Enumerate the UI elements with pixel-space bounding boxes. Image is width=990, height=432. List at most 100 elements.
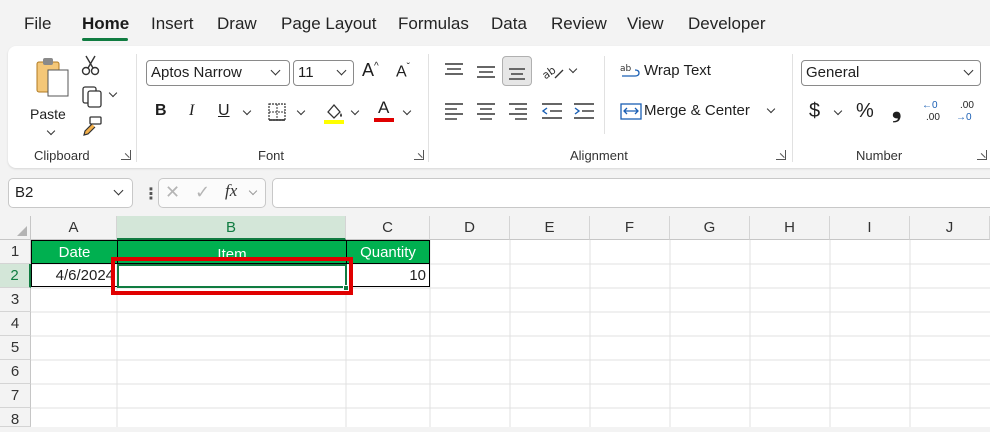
paste-label: Paste <box>30 106 66 122</box>
bold-button[interactable]: B <box>155 102 167 120</box>
menu-insert[interactable]: Insert <box>151 14 194 34</box>
column-header-g[interactable]: G <box>670 216 750 240</box>
align-middle-icon[interactable] <box>476 62 496 80</box>
orientation-icon[interactable]: ab <box>541 60 565 82</box>
row-header-2[interactable]: 2 <box>0 264 31 288</box>
menu-view[interactable]: View <box>627 14 664 34</box>
font-size-select[interactable]: 11 <box>293 60 354 86</box>
font-color-letter: A <box>378 98 390 117</box>
row-header-6[interactable]: 6 <box>0 360 31 384</box>
insert-function-icon[interactable]: fx <box>225 181 237 201</box>
wrap-text-label: Wrap Text <box>644 62 711 79</box>
chevron-down-icon[interactable] <box>108 88 118 98</box>
paste-icon <box>36 58 69 97</box>
menu-home[interactable]: Home <box>82 14 129 34</box>
cancel-icon[interactable]: ✕ <box>165 182 180 203</box>
separator <box>604 56 605 134</box>
menu-file[interactable]: File <box>24 14 51 34</box>
fill-color-icon[interactable] <box>322 100 346 124</box>
separator <box>428 54 429 162</box>
row-header-4[interactable]: 4 <box>0 312 31 336</box>
menu-review[interactable]: Review <box>551 14 607 34</box>
column-header-f[interactable]: F <box>590 216 670 240</box>
column-header-h[interactable]: H <box>750 216 830 240</box>
row-header-8[interactable]: 8 <box>0 408 31 428</box>
menu-draw[interactable]: Draw <box>217 14 257 34</box>
font-color-swatch <box>374 118 394 122</box>
grow-font-button[interactable]: A^ <box>362 60 379 81</box>
column-header-j[interactable]: J <box>910 216 990 240</box>
font-family-value: Aptos Narrow <box>151 64 242 81</box>
cell-c2[interactable]: 10 <box>346 263 430 287</box>
number-format-select[interactable]: General <box>801 60 981 86</box>
increase-indent-icon[interactable] <box>573 102 595 120</box>
row-header-3[interactable]: 3 <box>0 288 31 312</box>
clipboard-group-label: Clipboard <box>34 148 90 163</box>
clipboard-launcher-icon[interactable] <box>121 150 131 160</box>
chevron-down-icon[interactable] <box>402 106 412 116</box>
currency-button[interactable]: $ <box>809 100 820 123</box>
row-header-5[interactable]: 5 <box>0 336 31 360</box>
decrease-decimal-bottom: →0 <box>956 112 972 123</box>
chevron-down-icon <box>963 65 974 76</box>
comma-style-button[interactable]: ❟ <box>892 96 901 124</box>
column-header-d[interactable]: D <box>430 216 510 240</box>
select-all-button[interactable] <box>0 216 31 240</box>
column-header-b[interactable]: B <box>117 216 346 240</box>
enter-icon[interactable]: ✓ <box>195 182 210 203</box>
merge-center-button[interactable]: Merge & Center <box>618 100 788 124</box>
chevron-down-icon[interactable] <box>833 106 843 116</box>
menu-formulas[interactable]: Formulas <box>398 14 469 34</box>
font-group-label: Font <box>258 148 285 163</box>
menu-page-layout[interactable]: Page Layout <box>281 14 376 34</box>
increase-decimal-button[interactable]: ←0 .00 <box>922 100 948 126</box>
chevron-down-icon <box>46 126 56 136</box>
cell-a1[interactable]: Date <box>31 240 118 264</box>
percent-button[interactable]: % <box>856 100 874 123</box>
font-color-button[interactable]: A <box>372 98 396 124</box>
number-launcher-icon[interactable] <box>977 150 987 160</box>
menu-data[interactable]: Data <box>491 14 527 34</box>
name-box[interactable]: B2 <box>8 178 133 208</box>
merge-center-label: Merge & Center <box>644 102 750 119</box>
font-size-value: 11 <box>298 64 314 81</box>
align-right-icon[interactable] <box>508 102 528 120</box>
font-family-select[interactable]: Aptos Narrow <box>146 60 290 86</box>
copy-icon[interactable] <box>80 84 104 108</box>
chevron-down-icon <box>113 185 124 196</box>
chevron-down-icon <box>336 65 347 76</box>
align-top-icon[interactable] <box>444 62 464 80</box>
align-center-icon[interactable] <box>476 102 496 120</box>
formula-input[interactable] <box>272 178 990 208</box>
paste-button[interactable]: Paste <box>26 54 78 144</box>
font-launcher-icon[interactable] <box>414 150 424 160</box>
underline-button[interactable]: U <box>218 102 230 120</box>
cut-icon[interactable] <box>80 54 102 76</box>
chevron-down-icon[interactable] <box>242 106 252 116</box>
increase-decimal-top: ←0 <box>922 100 938 111</box>
row-header-1[interactable]: 1 <box>0 240 31 264</box>
decrease-indent-icon[interactable] <box>541 102 563 120</box>
align-left-icon[interactable] <box>444 102 464 120</box>
chevron-down-icon[interactable] <box>568 64 578 74</box>
borders-icon[interactable] <box>267 102 287 122</box>
column-header-i[interactable]: I <box>830 216 910 240</box>
column-header-e[interactable]: E <box>510 216 590 240</box>
alignment-launcher-icon[interactable] <box>776 150 786 160</box>
format-painter-icon[interactable] <box>80 114 104 138</box>
decrease-decimal-button[interactable]: .00 →0 <box>956 100 982 126</box>
column-header-a[interactable]: A <box>31 216 117 240</box>
align-bottom-button[interactable] <box>502 56 532 86</box>
chevron-down-icon[interactable] <box>296 106 306 116</box>
more-options-icon[interactable]: ⋮ <box>143 184 159 204</box>
row-header-7[interactable]: 7 <box>0 384 31 408</box>
italic-button[interactable]: I <box>189 102 194 120</box>
shrink-font-label: A <box>396 63 407 81</box>
column-header-c[interactable]: C <box>346 216 430 240</box>
shrink-font-button[interactable]: Aˇ <box>396 62 410 81</box>
menu-developer[interactable]: Developer <box>688 14 766 34</box>
cell-a2[interactable]: 4/6/2024 <box>31 263 118 287</box>
wrap-text-button[interactable]: ab Wrap Text <box>618 60 778 84</box>
cell-c1[interactable]: Quantity <box>346 240 430 264</box>
chevron-down-icon[interactable] <box>350 106 360 116</box>
